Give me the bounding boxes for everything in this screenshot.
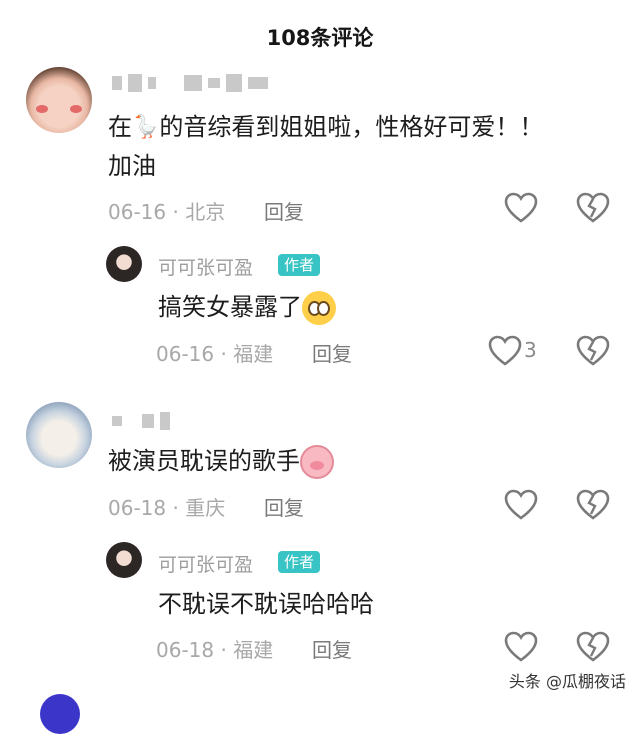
reply-author-name[interactable]: 可可张可盈 (158, 253, 253, 280)
comment-meta: 06-18 · 重庆 (108, 496, 226, 520)
reply-button[interactable]: 回复 (264, 492, 304, 521)
comment-meta: 06-16 · 北京 (108, 200, 226, 224)
dislike-icon[interactable] (576, 489, 610, 521)
reply-date: 06-16 (156, 342, 215, 366)
username-blurred (112, 74, 268, 92)
goose-emoji-icon: 🪿 (132, 115, 160, 140)
comment-location: 重庆 (185, 496, 226, 520)
author-badge: 作者 (278, 254, 321, 276)
reply-text: 搞笑女暴露了 (158, 288, 336, 326)
comment-location: 北京 (185, 200, 226, 224)
reply-button[interactable]: 回复 (264, 196, 304, 225)
reply-button[interactable]: 回复 (312, 634, 352, 663)
reply-meta: 06-18 · 福建 (156, 638, 274, 662)
username-blurred (112, 412, 170, 430)
pig-face-emoji-icon (300, 445, 334, 479)
comment-date: 06-16 (108, 200, 167, 224)
reply-author-name[interactable]: 可可张可盈 (158, 550, 253, 577)
reply-text: 不耽误不耽误哈哈哈 (158, 590, 374, 618)
avatar[interactable] (40, 694, 80, 734)
like-count: 3 (524, 338, 537, 362)
heart-icon[interactable] (504, 631, 538, 663)
reply-location: 福建 (233, 638, 274, 662)
avatar[interactable] (26, 67, 92, 133)
heart-icon[interactable] (488, 335, 522, 367)
comment-count-title: 108条评论 (266, 26, 374, 50)
reply-location: 福建 (233, 342, 274, 366)
watermark: 头条 @瓜棚夜话 (508, 672, 626, 691)
reply-date: 06-18 (156, 638, 215, 662)
avatar[interactable] (26, 402, 92, 468)
comment-text: 被演员耽误的歌手 (108, 442, 334, 480)
dislike-icon[interactable] (576, 192, 610, 224)
author-avatar[interactable] (106, 246, 142, 282)
author-avatar[interactable] (106, 542, 142, 578)
dislike-icon[interactable] (576, 335, 610, 367)
pleading-face-emoji-icon (302, 291, 336, 325)
heart-icon[interactable] (504, 192, 538, 224)
comment-text: 在🪿的音综看到姐姐啦，性格好可爱！！ 加油 (108, 108, 608, 185)
dislike-icon[interactable] (576, 631, 610, 663)
author-badge: 作者 (278, 551, 321, 573)
reply-meta: 06-16 · 福建 (156, 342, 274, 366)
heart-icon[interactable] (504, 489, 538, 521)
reply-button[interactable]: 回复 (312, 338, 352, 367)
comment-date: 06-18 (108, 496, 167, 520)
